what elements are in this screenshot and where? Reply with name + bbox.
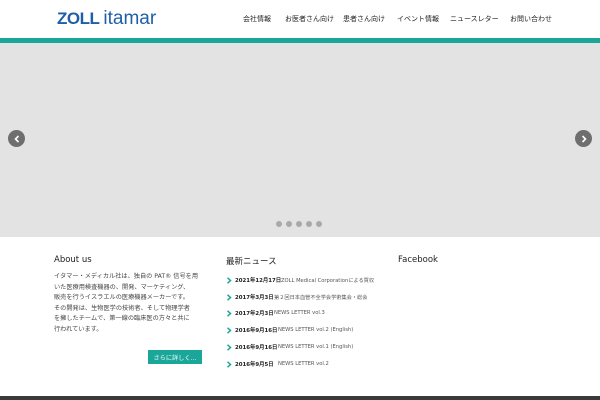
about-line: 販売を行うイスラエルの医療機器メーカーです。 <box>54 294 189 301</box>
nav-item-events[interactable]: イベント情報 <box>397 14 439 24</box>
news-item[interactable]: 2017年2月3日 <box>226 308 274 318</box>
nav-item-patients[interactable]: 患者さん向け <box>343 14 385 24</box>
news-item[interactable]: 2017年3月3日 <box>226 292 274 302</box>
news-item-title[interactable]: ZOLL Medical Corporationによる買収 <box>281 277 374 284</box>
news-item-title[interactable]: 第２回日本血管不全学会学術集会・総会 <box>274 294 367 301</box>
news-date: 2016年9月5日 <box>235 362 274 368</box>
news-item-title[interactable]: NEWS LETTER vol.3 <box>274 310 325 316</box>
slider-dot[interactable] <box>286 221 292 227</box>
slider-prev-button[interactable] <box>8 130 25 147</box>
nav-item-newsletter[interactable]: ニュースレター <box>450 14 499 24</box>
hero-slider <box>0 43 600 237</box>
read-more-button[interactable]: さらに詳しく... <box>148 350 202 364</box>
news-date: 2017年3月3日 <box>235 295 274 301</box>
about-line: を擁したチームで、第一線の臨床医の方々と共に <box>54 315 190 322</box>
news-date: 2021年12月17日 <box>235 278 282 284</box>
news-item[interactable]: 2021年12月17日 <box>226 275 281 285</box>
slider-dot[interactable] <box>276 221 282 227</box>
news-title: 最新ニュース <box>226 257 277 267</box>
about-line: その開発は、生物医学の技術者、そして物理学者 <box>54 304 190 312</box>
site-header: ZOLL itamar 会社情報 お医者さん向け 患者さん向け イベント情報 ニ… <box>0 0 600 38</box>
slider-dot[interactable] <box>306 221 312 227</box>
about-title: About us <box>54 255 92 265</box>
news-item-title[interactable]: NEWS LETTER vol.2 (English) <box>278 327 353 333</box>
facebook-title: Facebook <box>398 255 438 265</box>
news-item[interactable]: 2016年9月16日 <box>226 325 277 335</box>
news-item-title[interactable]: NEWS LETTER vol.1 (English) <box>278 344 353 350</box>
chevron-right-icon <box>226 293 232 301</box>
news-item[interactable]: 2016年9月16日 <box>226 342 277 352</box>
news-item-title[interactable]: NEWS LETTER vol.2 <box>278 361 329 367</box>
about-line: 行われています。 <box>54 325 103 333</box>
main-nav: 会社情報 お医者さん向け 患者さん向け イベント情報 ニュースレター お問い合わ… <box>0 14 600 26</box>
footer-bottom-bar <box>0 396 600 400</box>
chevron-right-icon <box>226 309 232 317</box>
news-date: 2017年2月3日 <box>235 311 274 317</box>
news-date: 2016年9月16日 <box>235 328 278 334</box>
nav-item-company[interactable]: 会社情報 <box>243 14 271 24</box>
chevron-left-icon <box>13 134 19 143</box>
slider-next-button[interactable] <box>575 130 592 147</box>
news-date: 2016年9月16日 <box>235 345 278 351</box>
about-description: イタマー・メディカル社は、独自の PAT® 信号を用 いた医療用検査機器の、開発… <box>54 272 204 335</box>
about-line: イタマー・メディカル社は、独自の PAT® 信号を用 <box>54 273 199 280</box>
chevron-right-icon <box>226 326 232 334</box>
chevron-right-icon <box>226 276 232 284</box>
news-item[interactable]: 2016年9月5日 <box>226 359 274 369</box>
slider-dots <box>276 221 322 227</box>
about-line: いた医療用検査機器の、開発、マーケティング、 <box>54 283 190 291</box>
nav-item-contact[interactable]: お問い合わせ <box>510 14 552 24</box>
chevron-right-icon <box>226 343 232 351</box>
chevron-right-icon <box>581 134 587 143</box>
slider-dot[interactable] <box>316 221 322 227</box>
chevron-right-icon <box>226 360 232 368</box>
slider-dot[interactable] <box>296 221 302 227</box>
nav-item-doctors[interactable]: お医者さん向け <box>285 14 334 24</box>
